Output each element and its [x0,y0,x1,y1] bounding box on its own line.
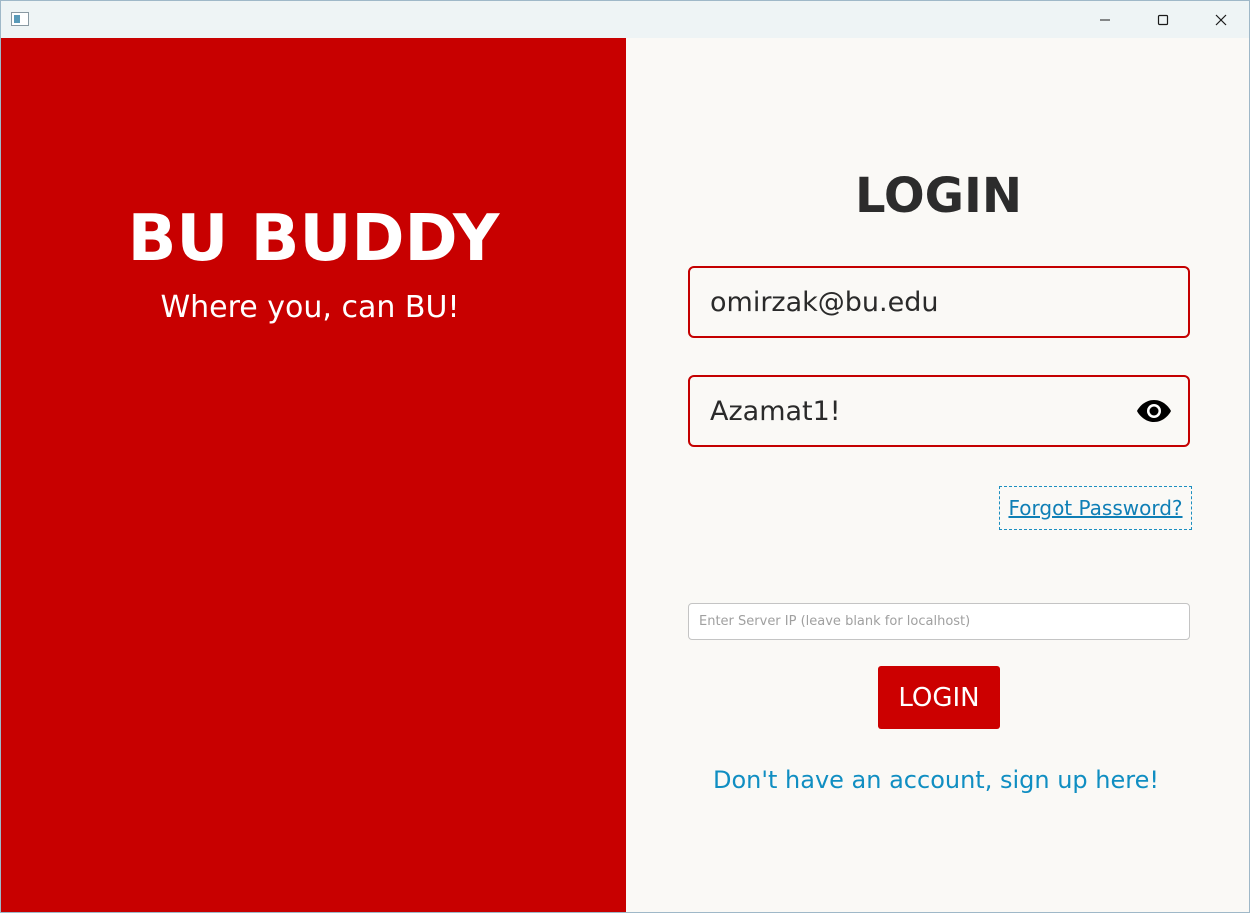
password-field[interactable] [710,377,1130,445]
brand-tagline: Where you, can BU! [160,290,460,325]
minimize-icon [1100,19,1110,20]
forgot-password-link[interactable]: Forgot Password? [999,486,1192,530]
email-field[interactable] [710,268,1130,336]
eye-icon[interactable] [1136,397,1172,425]
login-heading: LOGIN [854,168,1023,224]
app-window: BU BUDDY Where you, can BU! LOGIN Forgot… [0,0,1250,913]
password-field-container [688,375,1190,447]
app-icon [11,12,29,26]
brand-panel: BU BUDDY Where you, can BU! [1,38,626,912]
login-panel: LOGIN Forgot Password? LOGIN Don't have … [626,38,1249,912]
email-field-container [688,266,1190,338]
close-button[interactable] [1192,1,1249,38]
login-button[interactable]: LOGIN [878,666,1000,729]
title-bar [1,1,1249,39]
maximize-button[interactable] [1134,1,1192,38]
minimize-button[interactable] [1076,1,1134,38]
brand-title: BU BUDDY [127,202,500,276]
close-icon [1215,14,1227,25]
server-ip-input[interactable] [688,603,1190,640]
maximize-icon [1157,14,1169,25]
signup-link[interactable]: Don't have an account, sign up here! [626,760,1246,800]
